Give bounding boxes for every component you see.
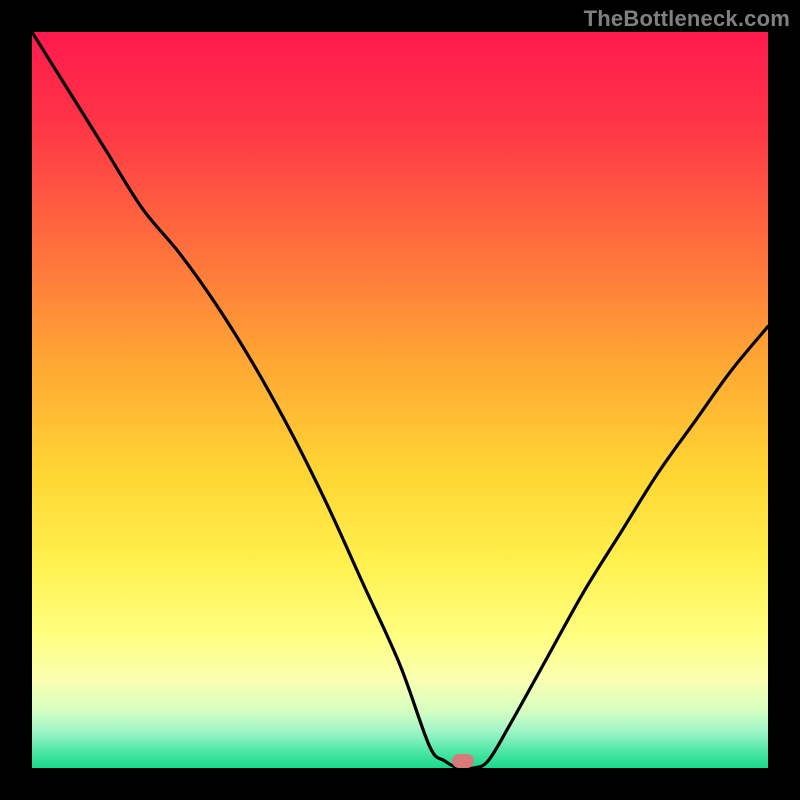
optimal-point-marker [452, 754, 474, 768]
bottleneck-curve [32, 32, 768, 768]
chart-frame: TheBottleneck.com [0, 0, 800, 800]
watermark-text: TheBottleneck.com [584, 6, 790, 32]
plot-area [32, 32, 768, 768]
